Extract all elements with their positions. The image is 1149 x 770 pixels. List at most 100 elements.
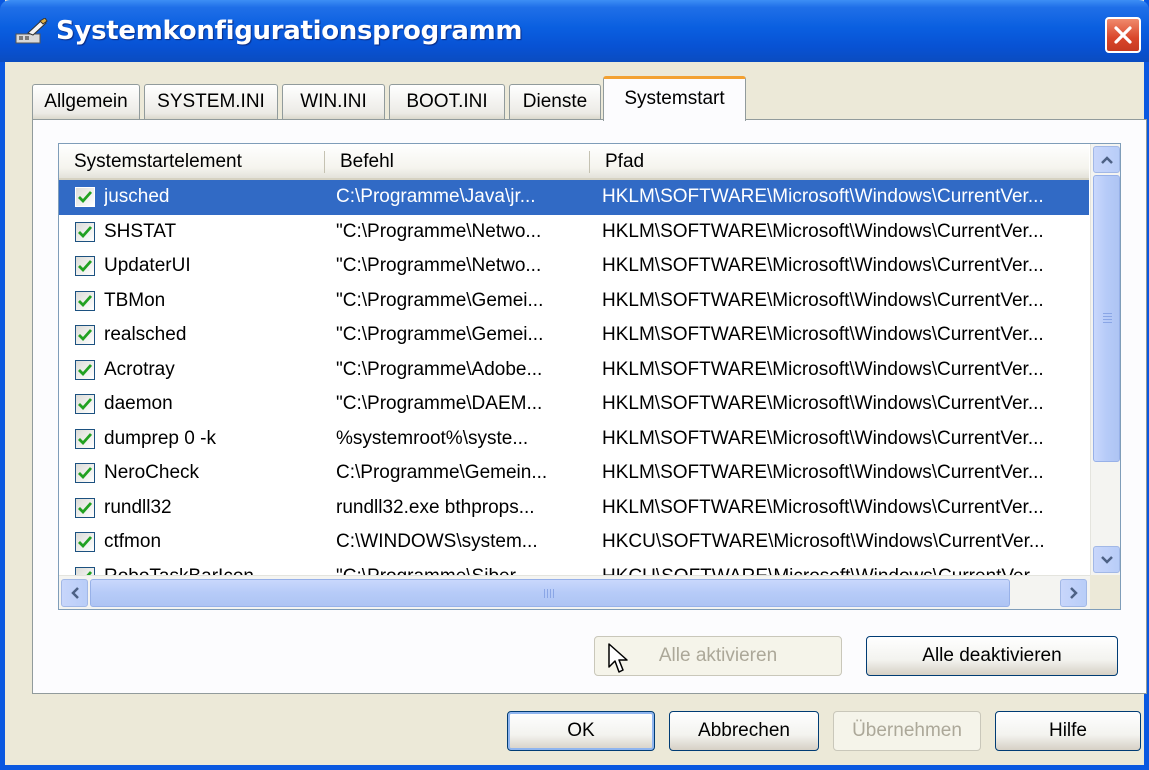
list-item[interactable]: NeroCheck C:\Programme\Gemein... HKLM\SOFT… [59,456,1089,491]
item-name: rundll32 [104,496,172,518]
item-command: C:\Programme\Java\jr... [336,186,536,207]
chevron-up-icon [1100,155,1113,164]
column-header-systemstartelement[interactable]: Systemstartelement [59,144,324,180]
systemstart-panel: Systemstartelement Befehl Pfad jusched C:… [32,119,1147,694]
list-item[interactable]: dumprep 0 -k %systemroot%\syste... HKLM\SO… [59,422,1089,457]
checkmark-icon [78,294,93,307]
item-checkbox[interactable] [75,428,95,449]
scroll-right-button[interactable] [1060,579,1087,607]
item-name: ctfmon [104,531,162,552]
scroll-down-button[interactable] [1093,546,1120,573]
item-command: "C:\Programme\Gemei... [336,289,544,311]
item-command: C:\WINDOWS\system... [336,531,538,552]
tab-allgemein[interactable]: Allgemein [32,84,140,120]
apply-button[interactable]: Übernehmen [833,711,981,751]
list-header: Systemstartelement Befehl Pfad [59,144,1089,180]
item-checkbox[interactable] [75,394,95,414]
item-path: HKCU\SOFTWARE\Microsoft\Windows\CurrentV… [602,531,1045,552]
list-item[interactable]: daemon "C:\Programme\DAEM... HKLM\SOFTWARE… [59,387,1089,422]
checkmark-icon [78,191,93,204]
checkmark-icon [78,260,93,273]
item-path: HKLM\SOFTWARE\Microsoft\Windows\CurrentV… [602,289,1044,311]
item-path: HKLM\SOFTWARE\Microsoft\Windows\CurrentV… [602,186,1044,207]
item-path: HKLM\SOFTWARE\Microsoft\Windows\CurrentV… [602,496,1044,518]
vertical-scroll-thumb[interactable] [1093,175,1120,462]
item-command: rundll32.exe bthprops... [336,496,535,518]
item-command: "C:\Programme\Adobe... [336,358,543,380]
item-command: "C:\Programme\DAEM... [336,393,543,414]
close-icon [1114,26,1132,44]
item-name: SHSTAT [104,220,177,242]
item-checkbox[interactable] [75,359,95,380]
item-path: HKLM\SOFTWARE\Microsoft\Windows\CurrentV… [602,220,1044,242]
item-checkbox[interactable] [75,221,95,242]
list-rows: jusched C:\Programme\Java\jr... HKLM\SOFTW… [59,180,1089,575]
item-name: NeroCheck [104,462,200,483]
disable-all-button[interactable]: Alle deaktivieren [866,636,1118,676]
item-name: jusched [104,186,170,207]
item-name: dumprep 0 -k [104,427,216,449]
item-checkbox[interactable] [75,497,95,518]
item-name: UpdaterUI [104,255,191,276]
item-command: %systemroot%\syste... [336,427,529,449]
chevron-right-icon [1069,587,1078,599]
item-checkbox[interactable] [75,290,95,311]
tab-boot-ini[interactable]: BOOT.INI [389,84,505,120]
scroll-up-button[interactable] [1093,146,1120,173]
scroll-left-button[interactable] [61,579,88,607]
item-checkbox[interactable] [75,256,95,276]
list-item[interactable]: SHSTAT "C:\Programme\Netwo... HKLM\SOFTWAR… [59,215,1089,250]
list-item[interactable]: rundll32 rundll32.exe bthprops... HKLM\SOF… [59,491,1089,526]
enable-all-button[interactable]: Alle aktivieren [594,636,842,676]
item-checkbox[interactable] [75,187,95,207]
cancel-button[interactable]: Abbrechen [669,711,819,751]
list-item[interactable]: TBMon "C:\Programme\Gemei... HKLM\SOFTWARE… [59,284,1089,319]
msconfig-app-icon [15,18,48,44]
item-checkbox[interactable] [75,463,95,483]
item-path: HKLM\SOFTWARE\Microsoft\Windows\CurrentV… [602,393,1044,414]
column-header-befehl[interactable]: Befehl [325,144,589,180]
item-path: HKCU\SOFTWARE\Microsoft\Windows\CurrentV… [602,560,1087,576]
window-title: Systemkonfigurationsprogramm [56,16,523,46]
list-item[interactable]: ctfmon C:\WINDOWS\system... HKCU\SOFTWARE\… [59,525,1089,560]
horizontal-scrollbar[interactable] [59,575,1090,609]
ok-button[interactable]: OK [507,711,655,751]
item-checkbox[interactable] [75,325,95,345]
item-name: daemon [104,393,173,414]
item-checkbox[interactable] [75,566,95,575]
tab-win-ini[interactable]: WIN.INI [282,84,385,120]
item-path: HKLM\SOFTWARE\Microsoft\Windows\CurrentV… [602,324,1044,345]
title-bar[interactable]: Systemkonfigurationsprogramm [0,0,1149,62]
close-button[interactable] [1105,17,1141,53]
item-command: "C:\Programme\Netwo... [336,255,542,276]
list-item[interactable]: UpdaterUI "C:\Programme\Netwo... HKLM\SOFT… [59,249,1089,284]
item-name: TBMon [104,289,166,311]
checkmark-icon [78,467,93,480]
list-item[interactable]: realsched "C:\Programme\Gemei... HKLM\SOFT… [59,318,1089,353]
item-command: C:\Programme\Gemein... [336,462,548,483]
vertical-scrollbar[interactable] [1090,144,1120,575]
item-name: realsched [104,324,187,345]
checkmark-icon [78,501,93,514]
scrollbar-corner [1090,575,1120,609]
item-command: "C:\Programme\Gemei... [336,324,544,345]
item-path: HKLM\SOFTWARE\Microsoft\Windows\CurrentV… [602,427,1044,449]
list-item[interactable]: RoboTaskBarIcon "C:\Programme\Siber ... HK… [59,560,1089,576]
item-path: HKLM\SOFTWARE\Microsoft\Windows\CurrentV… [602,358,1044,380]
column-header-pfad[interactable]: Pfad [590,144,1088,180]
tab-dienste[interactable]: Dienste [509,84,601,120]
horizontal-scroll-thumb[interactable] [90,579,1010,607]
item-command: "C:\Programme\Siber ... [336,560,591,576]
item-name: RoboTaskBarIcon [104,560,324,576]
startup-items-list[interactable]: Systemstartelement Befehl Pfad jusched C:… [58,143,1121,610]
item-name: Acrotray [104,358,175,380]
help-button[interactable]: Hilfe [995,711,1141,751]
dialog-window: Systemkonfigurationsprogramm Allgemein S… [0,0,1149,770]
tab-system-ini[interactable]: SYSTEM.INI [144,84,278,120]
list-item[interactable]: Acrotray "C:\Programme\Adobe... HKLM\SOFTW… [59,353,1089,388]
tab-systemstart[interactable]: Systemstart [603,76,746,121]
list-item[interactable]: jusched C:\Programme\Java\jr... HKLM\SOFTW… [59,180,1089,215]
chevron-down-icon [1100,555,1113,564]
item-checkbox[interactable] [75,532,95,552]
checkmark-icon [78,225,93,238]
